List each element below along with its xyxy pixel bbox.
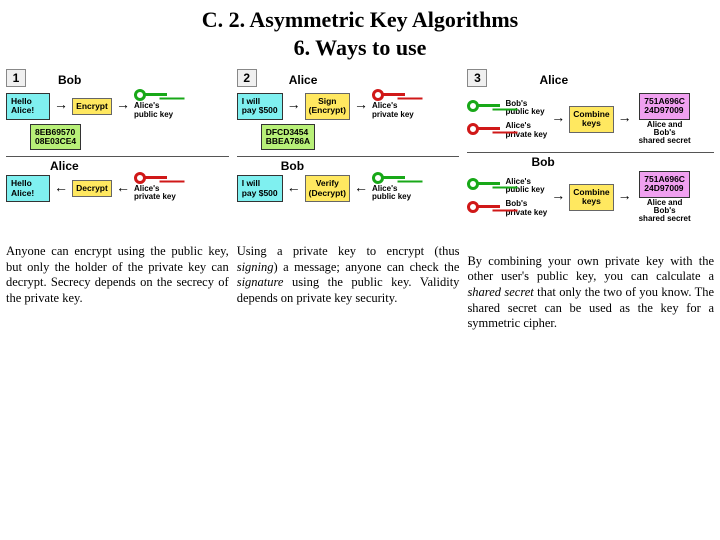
key-red-icon <box>372 89 406 101</box>
key-green-icon <box>134 89 168 101</box>
key-green-icon <box>372 172 406 184</box>
panel-2-sign-box: Sign (Encrypt) <box>305 93 350 120</box>
panel-2: 2 Alice I will pay $500 → Sign (Encrypt)… <box>237 69 460 332</box>
arrow-icon: ← <box>53 181 69 197</box>
panel-1-caption: Anyone can encrypt using the public key,… <box>6 244 229 307</box>
panel-2-verify-box: Verify (Decrypt) <box>305 175 350 202</box>
panel-3-alice-private-key: Alice's private key <box>467 122 547 139</box>
panel-3-owner-top: Alice <box>539 73 568 87</box>
key-green-icon <box>467 178 501 190</box>
panel-3-secret-label-bottom: Alice and Bob's shared secret <box>636 199 694 224</box>
columns: 1 Bob Hello Alice! → Encrypt → Alice's p… <box>0 61 720 332</box>
panel-3-combine-box-bottom: Combine keys <box>569 184 613 211</box>
panel-2-plaintext-top: I will pay $500 <box>237 93 283 120</box>
panel-3-alice-public-key: Alice's public key <box>467 178 547 195</box>
divider <box>467 152 714 153</box>
panel-3-secret-label-top: Alice and Bob's shared secret <box>636 121 694 146</box>
panel-1-decrypt-box: Decrypt <box>72 180 112 197</box>
panel-3-bob-public-key: Bob's public key <box>467 100 547 117</box>
panel-1-plaintext-bottom: Hello Alice! <box>6 175 50 202</box>
arrow-icon: → <box>617 111 633 127</box>
panel-1-public-key: Alice's public key <box>134 93 173 119</box>
panel-2-private-key: Alice's private key <box>372 93 414 119</box>
key-red-icon <box>467 123 501 135</box>
panel-3-bob-private-key: Bob's private key <box>467 200 547 217</box>
arrow-icon: → <box>53 98 69 114</box>
key-red-icon <box>134 172 168 184</box>
arrow-icon: → <box>617 189 633 205</box>
panel-2-number: 2 <box>237 69 257 87</box>
panel-2-plaintext-bottom: I will pay $500 <box>237 175 283 202</box>
arrow-icon: ← <box>353 181 369 197</box>
panel-3-number: 3 <box>467 69 487 87</box>
divider <box>6 156 229 157</box>
key-red-icon <box>467 201 501 213</box>
panel-3: 3 Alice Bob's public key Alice's private… <box>467 69 714 332</box>
panel-1-ciphertext: 8EB69570 08E03CE4 <box>30 124 81 151</box>
panel-2-owner-bottom: Bob <box>281 159 460 173</box>
arrow-icon: ← <box>115 181 131 197</box>
arrow-icon: ← <box>286 181 302 197</box>
arrow-icon: → <box>550 111 566 127</box>
panel-3-caption: By combining your own private key with t… <box>467 254 714 332</box>
panel-2-caption: Using a private key to encrypt (thus sig… <box>237 244 460 307</box>
panel-3-combine-box-top: Combine keys <box>569 106 613 133</box>
arrow-icon: → <box>550 189 566 205</box>
panel-2-owner-top: Alice <box>289 73 318 87</box>
arrow-icon: → <box>286 98 302 114</box>
arrow-icon: → <box>115 98 131 114</box>
panel-1: 1 Bob Hello Alice! → Encrypt → Alice's p… <box>6 69 229 332</box>
panel-3-owner-bottom: Bob <box>531 155 714 169</box>
title-line-1: C. 2. Asymmetric Key Algorithms <box>0 6 720 34</box>
title-line-2: 6. Ways to use <box>0 34 720 62</box>
slide-title: C. 2. Asymmetric Key Algorithms 6. Ways … <box>0 0 720 61</box>
panel-1-number: 1 <box>6 69 26 87</box>
arrow-icon: → <box>353 98 369 114</box>
panel-1-encrypt-box: Encrypt <box>72 98 112 115</box>
panel-1-private-key: Alice's private key <box>134 176 176 202</box>
divider <box>237 156 460 157</box>
panel-2-public-key: Alice's public key <box>372 176 411 202</box>
panel-3-secret-bottom: 751A696C 24D97009 <box>639 171 690 198</box>
panel-3-secret-top: 751A696C 24D97009 <box>639 93 690 120</box>
panel-1-plaintext-top: Hello Alice! <box>6 93 50 120</box>
panel-1-owner-top: Bob <box>58 73 81 87</box>
key-green-icon <box>467 100 501 112</box>
panel-2-signature: DFCD3454 BBEA786A <box>261 124 315 151</box>
